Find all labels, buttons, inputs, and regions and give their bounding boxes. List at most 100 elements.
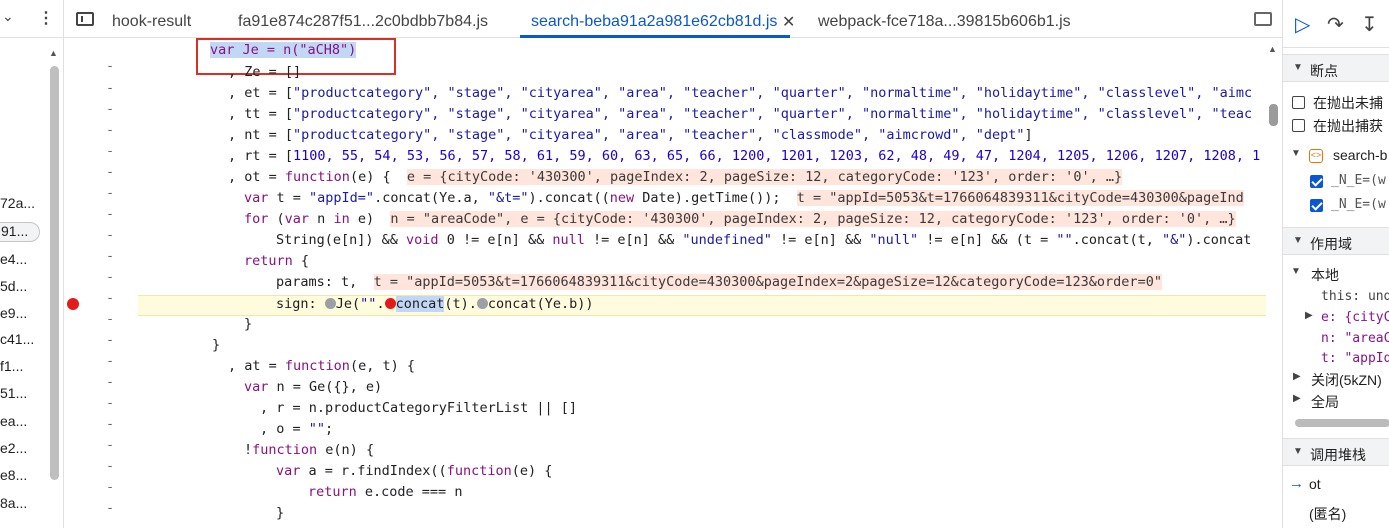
code-line[interactable]: - , ot = function(e) { e = {cityCode: '4… [64,169,1266,201]
source-file-item[interactable]: c41... [0,331,46,351]
step-over-icon[interactable]: ↷ [1327,12,1344,37]
checkbox[interactable] [1292,119,1305,132]
code-line[interactable]: - !function e(n) { [64,442,1266,474]
code-text: , at = function(e, t) { [228,358,415,374]
toggle-debugger-icon[interactable] [1254,12,1272,26]
scrollbar-thumb[interactable] [1269,104,1278,126]
horizontal-scrollbar[interactable] [1295,419,1389,427]
resume-icon[interactable]: ▷ [1295,12,1310,37]
scroll-up-icon[interactable]: ▲ [1268,44,1277,54]
code-line[interactable]: - String(e[n]) && void 0 != e[n] && null… [64,232,1266,264]
code-line[interactable]: - } [64,505,1266,528]
source-file-item[interactable]: 91... [0,222,40,242]
scroll-up-icon[interactable]: ▲ [49,48,58,58]
code-line[interactable]: - params: t, t = "appId=5053&t=176606483… [64,274,1266,306]
code-line[interactable]: - , nt = ["productcategory", "stage", "c… [64,127,1266,159]
inline-value[interactable]: e = {cityCode: '430300', pageIndex: 2, p… [406,169,1123,185]
inline-value[interactable]: t = "appId=5053&t=1766064839311&cityCode… [796,190,1244,206]
code-line[interactable]: - , et = ["productcategory", "stage", "c… [64,85,1266,117]
breakpoint-file-row[interactable]: ▼ <> search-b [1283,147,1389,167]
tab-fa91-js[interactable]: fa91e874c287f51...2c0bdbb7b84.js [238,13,488,31]
toggle-navigator-icon[interactable] [76,12,94,26]
scope-local-row[interactable]: ▼ 本地 [1283,265,1389,285]
source-file-item[interactable]: f1... [0,358,46,378]
code-line[interactable]: - , tt = ["productcategory", "stage", "c… [64,106,1266,138]
triangle-right-icon[interactable]: ▶ [1293,371,1301,382]
code-line[interactable]: - var n = Ge({}, e) [64,379,1266,411]
breakpoints-section-header[interactable]: ▼ 断点 [1283,54,1389,82]
code-line[interactable]: - , r = n.productCategoryFilterList || [… [64,400,1266,432]
source-file-item[interactable]: ea... [0,413,46,433]
scope-global-row[interactable]: ▶ 全局 [1283,392,1389,412]
tab-search-js[interactable]: search-beba91a2a981e62cb81d.js [531,13,777,31]
source-file-item[interactable]: e8... [0,467,46,487]
code-text: return e.code === n [308,484,462,500]
scope-variable[interactable]: ▶ e: {cityC [1283,309,1389,329]
active-inline-breakpoint-icon[interactable] [384,298,396,309]
tab-hook-result[interactable]: hook-result [112,13,191,31]
scope-closure-row[interactable]: ▶ 关闭(5kZN) [1283,370,1389,390]
code-line-gutter[interactable]: - [64,295,138,327]
checkbox[interactable] [1310,175,1323,188]
code-line[interactable]: - , rt = [1100, 55, 54, 53, 56, 57, 58, … [64,148,1266,180]
step-into-icon[interactable]: ↧ [1361,12,1378,37]
inline-value[interactable]: n = "areaCode", e = {cityCode: '430300',… [390,211,1236,227]
scope-variable[interactable]: this: und [1283,288,1389,308]
inline-value[interactable]: t = "appId=5053&t=1766064839311&cityCode… [373,274,1162,290]
code-line[interactable]: - , at = function(e, t) { [64,358,1266,390]
pause-caught-option[interactable]: 在抛出捕获 [1283,116,1389,136]
pause-uncaught-option[interactable]: 在抛出未捕 [1283,93,1389,113]
code-line[interactable]: - for (var n in e) n = "areaCode", e = {… [64,211,1266,243]
scope-variable[interactable]: n: "areaC [1283,330,1389,350]
code-line[interactable]: - var t = "appId=".concat(Ye.a, "&t=").c… [64,190,1266,222]
code-token: 0 != e[n] && [438,232,553,248]
code-token: 1100, 55, 54, 53, 56, 57, 58, 61, 59, 60… [293,148,1261,164]
code-editor[interactable]: - var Je = n("aCH8") - , Ze = [] - , et … [64,38,1266,528]
triangle-down-icon[interactable]: ▼ [1291,148,1301,159]
code-scrollbar[interactable]: ▲ [1266,38,1282,528]
triangle-right-icon[interactable]: ▶ [1293,393,1301,404]
source-file-item[interactable]: 72a... [0,195,46,215]
inline-breakpoint-icon[interactable] [476,298,488,309]
code-token: params [276,274,325,290]
source-file-item[interactable]: 8a... [0,495,46,515]
triangle-down-icon: ▼ [1293,62,1303,73]
inline-breakpoint-icon[interactable] [324,298,336,309]
callstack-section-header[interactable]: ▼ 调用堆栈 [1283,438,1389,466]
navigator-scrollbar[interactable]: ▲ [48,48,62,528]
more-options-icon[interactable]: ⋮ [38,8,54,28]
code-line[interactable]: - return { [64,253,1266,285]
code-token: var [276,463,301,479]
breakpoint-file-name: search-b [1333,147,1388,163]
line-gutter[interactable]: - [106,521,118,528]
checkbox[interactable] [1310,199,1323,212]
triangle-right-icon[interactable]: ▶ [1305,310,1313,321]
code-line[interactable]: - var Je = n("aCH8") [64,42,1266,74]
breakpoint-code: _N_E=(w [1331,173,1386,188]
paused-code-line[interactable]: sign: Je("". concat(t). concat(Ye.b)) [138,295,1266,316]
breakpoint-item[interactable]: _N_E=(w [1283,172,1389,192]
triangle-down-icon[interactable]: ▼ [1291,266,1301,277]
chevron-down-icon[interactable]: ⌄ [2,8,14,25]
code-line[interactable]: - , o = ""; [64,421,1266,453]
source-file-item[interactable]: 51... [0,385,46,405]
source-file-item[interactable]: e4... [0,251,46,271]
source-file-item[interactable]: e9... [0,305,46,325]
close-tab-icon[interactable]: ✕ [782,12,795,32]
scope-section-header[interactable]: ▼ 作用域 [1283,227,1389,255]
source-file-item[interactable]: e2... [0,440,46,460]
scope-variable[interactable]: t: "appId [1283,350,1389,370]
callstack-frame[interactable]: → ot [1283,475,1389,496]
code-line[interactable]: - } [64,316,1266,348]
scope-name: 全局 [1311,394,1339,410]
breakpoint-item[interactable]: _N_E=(w [1283,196,1389,216]
code-line[interactable]: - } [64,337,1266,369]
source-file-item[interactable]: 5d... [0,278,46,298]
scrollbar-thumb[interactable] [50,66,59,480]
code-line[interactable]: - var a = r.findIndex((function(e) { [64,463,1266,495]
callstack-frame[interactable]: (匿名) [1283,504,1389,524]
checkbox[interactable] [1292,96,1305,109]
code-line[interactable]: - , Ze = [] [64,64,1266,96]
code-line[interactable]: - return e.code === n [64,484,1266,516]
tab-webpack-js[interactable]: webpack-fce718a...39815b606b1.js [818,13,1071,31]
